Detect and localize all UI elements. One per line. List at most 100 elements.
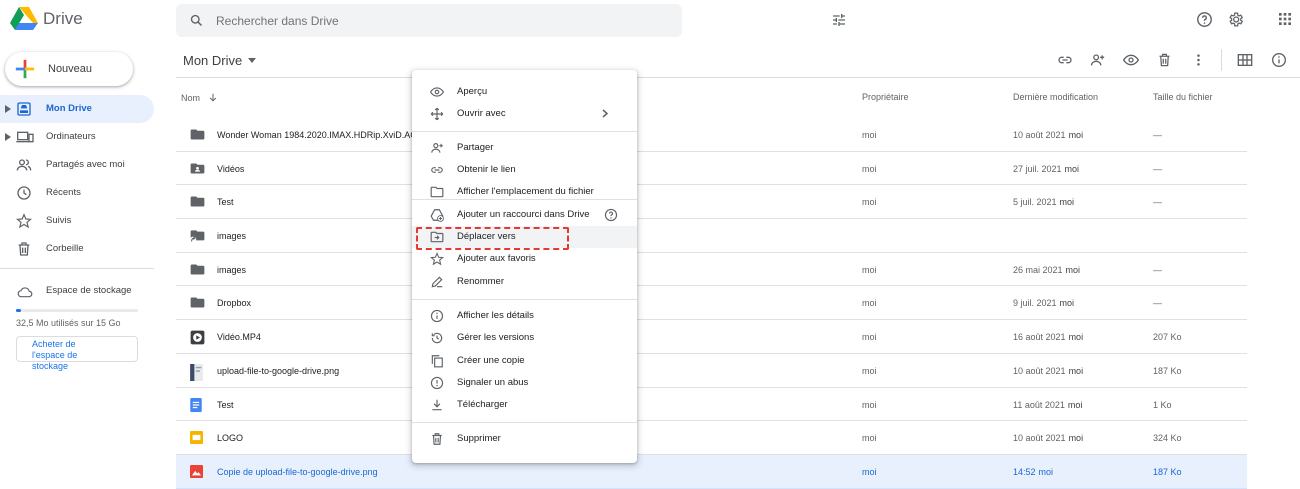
move-icon: [430, 231, 444, 243]
menu-divider: [412, 422, 637, 423]
image-file-icon: [190, 464, 203, 478]
menu-item-download[interactable]: Télécharger: [412, 394, 637, 416]
file-owner: moi: [862, 298, 877, 309]
menu-item-label: Partager: [457, 142, 494, 153]
sidebar-item-storage[interactable]: Espace de stockage: [0, 280, 160, 310]
file-row[interactable]: Test moi 11 août 2021 moi 1 Ko: [176, 388, 1247, 422]
file-row[interactable]: Vidéo.MP4 moi 16 août 2021 moi 207 Ko: [176, 320, 1247, 354]
buy-storage-label: Acheter de l'espace de stockage: [32, 339, 78, 371]
menu-item-report[interactable]: Signaler un abus: [412, 372, 637, 394]
menu-item-person-add[interactable]: Partager: [412, 137, 637, 159]
file-modified-by: moi: [1065, 264, 1081, 275]
settings-gear-icon[interactable]: [1227, 11, 1244, 28]
file-size: —: [1153, 264, 1162, 275]
column-header-modified[interactable]: Dernière modification: [1013, 92, 1098, 102]
share-icon[interactable]: [1089, 52, 1106, 68]
file-row[interactable]: LOGO moi 10 août 2021 moi 324 Ko: [176, 421, 1247, 455]
menu-item-label: Créer une copie: [457, 355, 525, 366]
file-row[interactable]: Vidéos moi 27 juil. 2021 moi —: [176, 152, 1247, 186]
menu-item-open-with[interactable]: Ouvrir avec: [412, 103, 637, 125]
menu-item-label: Renommer: [457, 276, 504, 287]
file-modified-date: 27 juil. 2021: [1013, 163, 1062, 174]
expand-caret-icon[interactable]: [5, 105, 11, 113]
file-row[interactable]: Dropbox moi 9 juil. 2021 moi —: [176, 286, 1247, 321]
file-row[interactable]: Wonder Woman 1984.2020.IMAX.HDRip.XviD.A…: [176, 118, 1247, 152]
menu-item-trash[interactable]: Supprimer: [412, 428, 637, 450]
sidebar-item-computers[interactable]: Ordinateurs: [0, 123, 160, 151]
search-options-icon[interactable]: [831, 12, 847, 28]
chevron-right-icon: [602, 109, 608, 118]
sidebar-item-label: Partagés avec moi: [46, 159, 125, 170]
get-link-icon[interactable]: [1057, 52, 1073, 68]
menu-item-eye[interactable]: Aperçu: [412, 81, 637, 103]
info-icon[interactable]: [1271, 52, 1287, 68]
file-size: 187 Ko: [1153, 466, 1182, 477]
search-bar[interactable]: [176, 4, 845, 37]
sidebar-item-label: Ordinateurs: [46, 131, 96, 142]
sidebar-item-my-drive[interactable]: Mon Drive: [0, 95, 154, 123]
clock-icon: [17, 186, 31, 200]
my-drive-icon: [17, 102, 31, 116]
link-icon: [431, 167, 443, 173]
toolbar: Mon Drive: [176, 42, 1300, 78]
file-row[interactable]: images: [176, 219, 1247, 253]
sidebar-item-starred[interactable]: Suivis: [0, 207, 160, 235]
menu-item-star[interactable]: Ajouter aux favoris: [412, 248, 637, 270]
menu-item-info[interactable]: Afficher les détails: [412, 305, 637, 327]
drive-logo[interactable]: Drive: [10, 6, 83, 31]
menu-item-move[interactable]: Déplacer vers: [412, 226, 637, 248]
menu-item-copy[interactable]: Créer une copie: [412, 350, 637, 372]
search-icon[interactable]: [189, 13, 204, 28]
file-row[interactable]: Test moi 5 juil. 2021 moi —: [176, 185, 1247, 220]
file-list-header: Nom Propriétaire Dernière modification T…: [176, 78, 1247, 118]
sidebar-item-trash[interactable]: Corbeille: [0, 235, 160, 263]
buy-storage-button[interactable]: Acheter de l'espace de stockage: [16, 336, 138, 371]
menu-item-link[interactable]: Obtenir le lien: [412, 159, 637, 181]
search-input[interactable]: [216, 4, 636, 37]
file-modified-by: moi: [1068, 365, 1084, 376]
cloud-icon: [17, 287, 33, 298]
computers-icon: [16, 131, 34, 143]
file-modified-date: 10 août 2021: [1013, 130, 1066, 140]
help-icon[interactable]: [1196, 11, 1213, 28]
expand-caret-icon[interactable]: [5, 133, 11, 141]
drive-logo-icon: [10, 7, 38, 30]
menu-item-add-shortcut[interactable]: Ajouter un raccourci dans Drive: [412, 204, 637, 226]
apps-grid-icon[interactable]: [1277, 11, 1293, 27]
breadcrumb[interactable]: Mon Drive: [183, 53, 257, 68]
sidebar-item-recent[interactable]: Récents: [0, 179, 160, 207]
file-name: images: [217, 231, 247, 242]
file-name: LOGO: [217, 433, 244, 444]
menu-item-rename[interactable]: Renommer: [412, 271, 637, 293]
menu-item-label: Afficher l'emplacement du fichier: [457, 186, 594, 197]
file-modified-date: 11 août 2021: [1013, 399, 1065, 410]
more-vert-icon[interactable]: [1191, 52, 1206, 68]
plus-icon: [15, 59, 35, 79]
menu-item-folder-outline[interactable]: Afficher l'emplacement du fichier: [412, 181, 637, 203]
preview-eye-icon[interactable]: [1123, 52, 1139, 68]
file-modified-by: moi: [1038, 466, 1054, 477]
breadcrumb-label: Mon Drive: [183, 53, 243, 68]
sidebar-item-shared[interactable]: Partagés avec moi: [0, 151, 160, 179]
folder-file-icon: [190, 128, 205, 141]
column-header-name[interactable]: Nom: [181, 92, 218, 103]
menu-item-history[interactable]: Gérer les versions: [412, 327, 637, 349]
menu-item-label: Afficher les détails: [457, 310, 534, 321]
file-modified: 10 août 2021 moi: [1013, 130, 1083, 140]
new-button-label: Nouveau: [48, 63, 93, 75]
file-modified-by: moi: [1059, 298, 1075, 309]
menu-item-label: Ouvrir avec: [457, 108, 506, 119]
help-icon[interactable]: [604, 208, 618, 222]
file-row[interactable]: images moi 26 mai 2021 moi —: [176, 253, 1247, 287]
folder-outline-icon: [430, 186, 444, 198]
delete-icon[interactable]: [1157, 52, 1172, 68]
file-modified-date: 5 juil. 2021: [1013, 197, 1057, 208]
new-button[interactable]: Nouveau: [5, 52, 133, 86]
column-header-size[interactable]: Taille du fichier: [1153, 92, 1213, 102]
file-row[interactable]: upload-file-to-google-drive.png moi 10 a…: [176, 354, 1247, 388]
file-size: —: [1153, 298, 1162, 309]
column-header-owner[interactable]: Propriétaire: [862, 92, 909, 102]
file-row[interactable]: Copie de upload-file-to-google-drive.png…: [176, 454, 1247, 489]
file-modified: 26 mai 2021 moi: [1013, 265, 1080, 275]
grid-view-icon[interactable]: [1237, 52, 1253, 68]
